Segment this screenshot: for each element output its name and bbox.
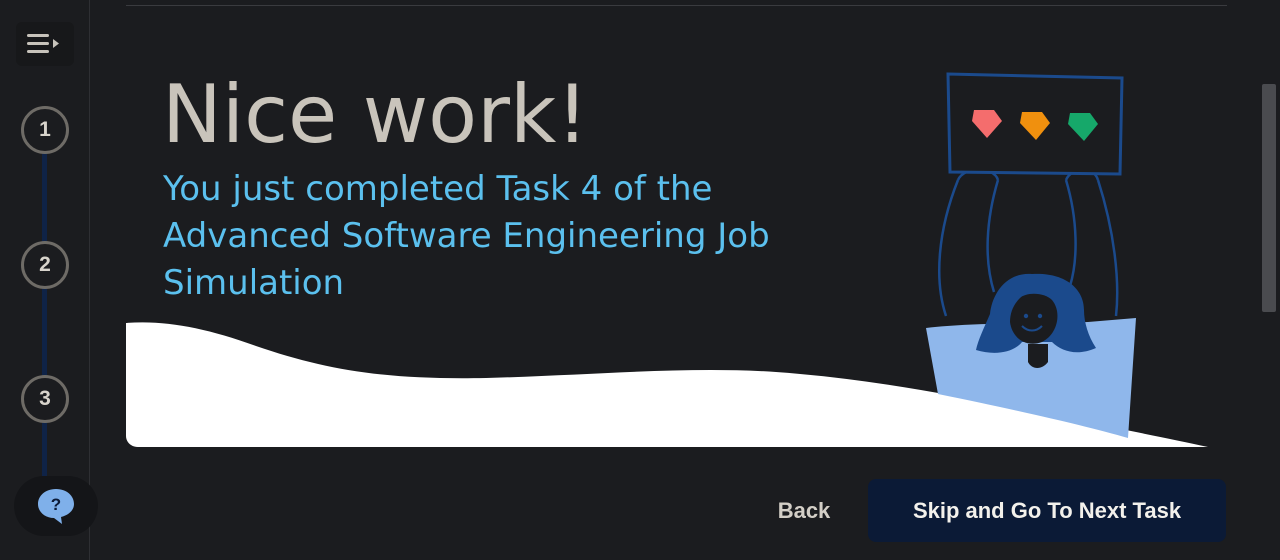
right-arm-inner bbox=[1064, 179, 1077, 287]
help-label: ? bbox=[51, 495, 61, 514]
left-eye bbox=[1023, 313, 1029, 319]
right-arm bbox=[1096, 179, 1119, 317]
completion-message: You just completed Task 4 of the Advance… bbox=[163, 169, 770, 303]
back-button[interactable]: Back bbox=[764, 480, 844, 542]
page-title: Nice work! bbox=[162, 68, 589, 161]
right-eye bbox=[1037, 313, 1043, 319]
collapse-menu-button[interactable] bbox=[16, 22, 74, 66]
progress-rail: 1 2 3 ? bbox=[0, 0, 98, 560]
step-3-button[interactable]: 3 bbox=[21, 375, 69, 423]
left-arm-inner bbox=[986, 179, 1000, 293]
neck bbox=[1028, 344, 1048, 368]
help-icon: ? bbox=[38, 489, 74, 524]
left-arm bbox=[938, 179, 960, 317]
completion-panel: Nice work! You just completed Task 4 of … bbox=[90, 0, 1280, 560]
skip-next-task-button[interactable]: Skip and Go To Next Task bbox=[868, 479, 1226, 542]
scrollbar-thumb[interactable] bbox=[1262, 84, 1276, 312]
help-button[interactable]: ? bbox=[14, 476, 98, 536]
top-divider bbox=[126, 5, 1227, 6]
step-3-label: 3 bbox=[39, 387, 51, 410]
step-2-button[interactable]: 2 bbox=[21, 241, 69, 289]
step-1-button[interactable]: 1 bbox=[21, 106, 69, 154]
step-2-label: 2 bbox=[39, 253, 51, 276]
step-1-label: 1 bbox=[39, 118, 51, 141]
progress-track bbox=[42, 150, 47, 490]
collapse-menu-icon bbox=[27, 34, 59, 53]
